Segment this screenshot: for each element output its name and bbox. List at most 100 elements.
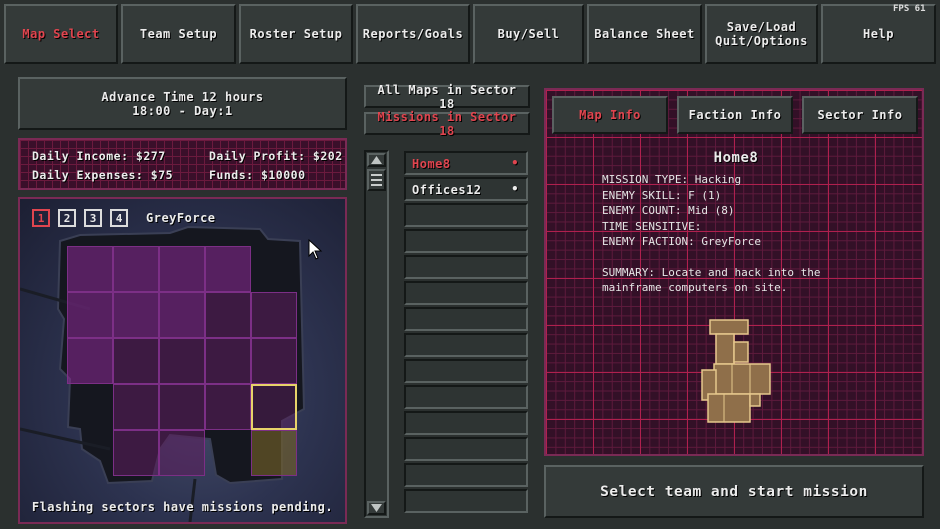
sector-map[interactable]: 1 2 3 4 GreyForce Flashing sectors have … <box>18 197 347 524</box>
nav-balance-sheet[interactable]: Balance Sheet <box>587 4 702 64</box>
sector-cell[interactable] <box>113 430 159 476</box>
sector-cell[interactable] <box>113 338 159 384</box>
funds: Funds: $10000 <box>209 168 306 182</box>
sector-cell[interactable] <box>113 384 159 430</box>
tab-faction-info[interactable]: Faction Info <box>677 96 793 134</box>
triangle-up-icon <box>371 156 382 164</box>
team-tab-2[interactable]: 2 <box>58 209 76 227</box>
scroll-up-button[interactable] <box>367 153 386 167</box>
sector-cell[interactable] <box>67 292 113 338</box>
advance-time-button[interactable]: Advance Time 12 hours 18:00 - Day:1 <box>18 77 347 130</box>
mission-info-panel: Map Info Faction Info Sector Info Home8 … <box>544 88 924 456</box>
tab-label: Sector Info <box>817 108 903 122</box>
tab-label: Faction Info <box>688 108 782 122</box>
finance-panel: Daily Income: $277 Daily Profit: $202 Da… <box>18 138 347 190</box>
summary-line2: mainframe computers on site. <box>602 281 788 294</box>
nav-team-setup[interactable]: Team Setup <box>121 4 236 64</box>
team-name: GreyForce <box>146 211 216 225</box>
sector-selected[interactable] <box>251 384 297 430</box>
scroll-thumb[interactable] <box>367 169 386 191</box>
summary-line1: SUMMARY: Locate and hack into the <box>602 265 821 279</box>
sector-cell[interactable] <box>205 246 251 292</box>
mission-slot-empty[interactable] <box>404 229 528 253</box>
nav-reports-goals[interactable]: Reports/Goals <box>356 4 470 64</box>
triangle-down-icon <box>371 504 382 512</box>
advance-time-label: Advance Time 12 hours <box>101 89 264 104</box>
tab-label: Map Info <box>579 108 641 122</box>
enemy-faction: ENEMY FACTION: GreyForce <box>602 235 761 248</box>
nav-label: Balance Sheet <box>594 27 695 41</box>
sector-cell[interactable] <box>159 246 205 292</box>
sector-cell[interactable] <box>251 430 297 476</box>
sector-cell[interactable] <box>205 384 251 430</box>
nav-label: Buy/Sell <box>497 27 560 41</box>
nav-label: Roster Setup <box>249 27 343 41</box>
mission-title: Home8 <box>713 150 759 166</box>
map-footer-note: Flashing sectors have missions pending. <box>31 500 334 514</box>
sector-cell[interactable] <box>67 338 113 384</box>
mission-slot-empty[interactable] <box>404 411 528 435</box>
nav-map-select[interactable]: Map Select <box>4 4 118 64</box>
team-tab-3[interactable]: 3 <box>84 209 102 227</box>
sector-cell[interactable] <box>159 338 205 384</box>
sector-cell[interactable] <box>159 292 205 338</box>
enemy-count: ENEMY COUNT: Mid (8) <box>602 204 735 217</box>
mission-slot-empty[interactable] <box>404 255 528 279</box>
sector-cell[interactable] <box>159 384 205 430</box>
nav-label-line1: Save/Load <box>726 20 797 34</box>
sector-cell[interactable] <box>205 338 251 384</box>
sector-cell[interactable] <box>251 338 297 384</box>
mission-slot-empty[interactable] <box>404 307 528 331</box>
sector-cell[interactable] <box>67 246 113 292</box>
nav-label-line2: Quit/Options <box>715 34 808 48</box>
filter-missions[interactable]: Missions in Sector 18 <box>364 109 530 138</box>
sector-cell[interactable] <box>113 246 159 292</box>
nav-buy-sell[interactable]: Buy/Sell <box>473 4 584 64</box>
nav-roster-setup[interactable]: Roster Setup <box>239 4 353 64</box>
mission-pending-marker: • <box>511 156 519 170</box>
sector-cell[interactable] <box>159 430 205 476</box>
nav-save-load-options[interactable]: Save/Load Quit/Options <box>705 4 818 64</box>
filter-label: Missions in Sector 18 <box>377 109 517 138</box>
team-tab-4[interactable]: 4 <box>110 209 128 227</box>
mission-slot-empty[interactable] <box>404 333 528 357</box>
mission-list-scrollbar[interactable] <box>364 150 389 518</box>
daily-income: Daily Income: $277 <box>32 149 166 163</box>
mission-type: MISSION TYPE: Hacking <box>602 173 742 186</box>
start-mission-button[interactable]: Select team and start mission <box>544 465 924 518</box>
nav-label: Map Select <box>22 27 100 41</box>
mission-slot-empty[interactable] <box>404 359 528 383</box>
team-tabs: 1 2 3 4 <box>32 209 128 227</box>
daily-expenses: Daily Expenses: $75 <box>32 168 174 182</box>
mission-item-home8[interactable]: Home8 • <box>404 151 528 175</box>
clock-label: 18:00 - Day:1 <box>132 103 233 118</box>
sector-cell[interactable] <box>205 292 251 338</box>
mission-name: Home8 <box>412 157 451 171</box>
mission-item-offices12[interactable]: Offices12 • <box>404 177 528 201</box>
scroll-down-button[interactable] <box>367 501 386 515</box>
mission-name: Offices12 <box>412 183 482 197</box>
sector-cell[interactable] <box>251 292 297 338</box>
fps-counter: FPS 61 <box>893 4 926 14</box>
filter-all-maps[interactable]: All Maps in Sector 18 <box>364 82 530 111</box>
mission-slot-empty[interactable] <box>404 463 528 487</box>
tab-map-info[interactable]: Map Info <box>552 96 668 134</box>
mission-slot-empty[interactable] <box>404 203 528 227</box>
sector-cell[interactable] <box>113 292 159 338</box>
team-tab-1[interactable]: 1 <box>32 209 50 227</box>
mission-slot-empty[interactable] <box>404 489 528 513</box>
start-mission-label: Select team and start mission <box>600 483 868 500</box>
tab-sector-info[interactable]: Sector Info <box>802 96 918 134</box>
mission-slot-empty[interactable] <box>404 281 528 305</box>
nav-label: Help <box>863 27 894 41</box>
nav-label: Reports/Goals <box>362 27 464 41</box>
arrow-pointer-icon <box>308 239 323 260</box>
time-sensitive: TIME SENSITIVE: <box>602 219 702 233</box>
nav-label: Team Setup <box>139 27 218 41</box>
filter-label: All Maps in Sector 18 <box>377 82 517 111</box>
mission-slot-empty[interactable] <box>404 385 528 409</box>
mission-slot-empty[interactable] <box>404 437 528 461</box>
mission-pending-marker: • <box>511 182 519 196</box>
daily-profit: Daily Profit: $202 <box>209 149 343 163</box>
enemy-skill: ENEMY SKILL: F (1) <box>602 188 722 202</box>
